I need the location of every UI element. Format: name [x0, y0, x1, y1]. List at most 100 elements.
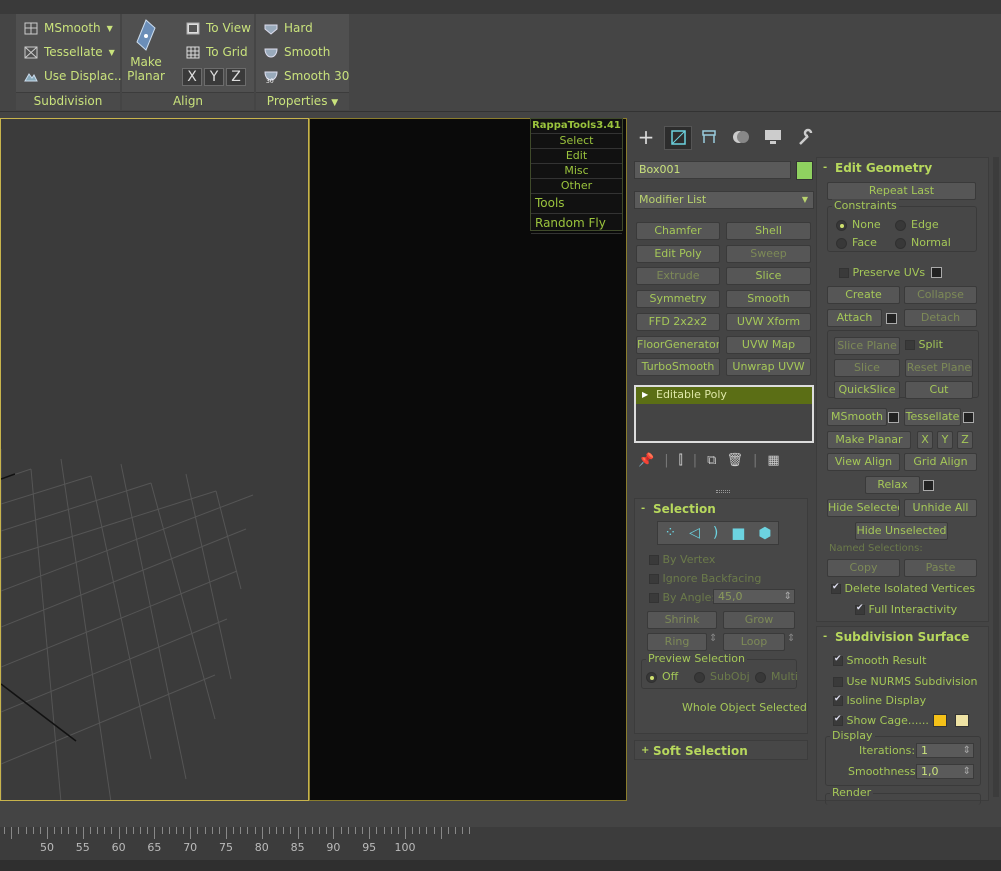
smooth-result-checkbox[interactable]: Smooth Result — [833, 654, 926, 667]
modifier-list-dropdown[interactable]: Modifier List ▼ — [634, 191, 814, 209]
planar-z-button[interactable]: Z — [957, 431, 973, 449]
polygon-mode-icon[interactable]: ■ — [731, 524, 745, 542]
uvw-xform-modifier-button[interactable]: UVW Xform — [726, 313, 811, 331]
unhide-all-button[interactable]: Unhide All — [904, 499, 977, 517]
object-name-field[interactable]: Box001 — [634, 161, 791, 179]
extrude-modifier-button[interactable]: Extrude — [636, 267, 720, 285]
cut-button[interactable]: Cut — [905, 381, 973, 399]
hide-unselected-button[interactable]: Hide Unselected — [855, 522, 948, 540]
rappa-random-fly-item[interactable]: Random Fly — [531, 214, 622, 234]
panel-resize-handle[interactable] — [716, 490, 730, 493]
tessellate-button[interactable]: Tessellate — [904, 408, 961, 426]
iterations-spinner[interactable]: 1 — [916, 743, 974, 758]
rappa-edit-item[interactable]: Edit — [531, 149, 622, 164]
cage-color-swatch-1[interactable] — [933, 714, 947, 727]
hide-selected-button[interactable]: Hide Selected — [827, 499, 900, 517]
by-angle-checkbox[interactable]: By Angle: — [649, 591, 715, 604]
uvw-map-modifier-button[interactable]: UVW Map — [726, 336, 811, 354]
loop-spinner-arrows[interactable]: ⇕ — [787, 633, 795, 644]
attach-button[interactable]: Attach — [827, 309, 882, 327]
by-vertex-checkbox[interactable]: By Vertex — [649, 553, 715, 566]
slice-plane-button[interactable]: Slice Plane — [834, 337, 900, 355]
constraint-edge-radio[interactable]: Edge — [895, 218, 939, 231]
msmooth-button[interactable]: MSmooth — [827, 408, 887, 426]
delete-isolated-checkbox[interactable]: Delete Isolated Vertices — [831, 582, 975, 595]
constraint-none-radio[interactable]: None — [836, 218, 881, 231]
split-checkbox[interactable]: Split — [905, 338, 943, 351]
modify-tab-icon[interactable] — [664, 126, 692, 150]
smooth-30-button[interactable]: 30 Smooth 30 — [264, 69, 349, 83]
relax-button[interactable]: Relax — [865, 476, 920, 494]
subdivision-surface-header[interactable]: - Subdivision Surface — [817, 627, 988, 647]
align-y-button[interactable]: Y — [204, 68, 224, 86]
copy-named-selection-button[interactable]: Copy — [827, 559, 900, 577]
motion-tab-icon[interactable] — [728, 126, 756, 150]
paste-named-selection-button[interactable]: Paste — [904, 559, 977, 577]
make-unique-icon[interactable]: ⧉ — [707, 453, 716, 471]
selection-rollout-header[interactable]: - Selection — [635, 499, 807, 519]
detach-button[interactable]: Detach — [904, 309, 977, 327]
planar-y-button[interactable]: Y — [937, 431, 953, 449]
tessellate-settings-icon[interactable] — [963, 410, 974, 423]
to-view-button[interactable]: To View — [186, 21, 251, 35]
rappa-other-item[interactable]: Other — [531, 179, 622, 194]
hard-button[interactable]: Hard — [264, 21, 313, 35]
msmooth-ribbon-button[interactable]: MSmooth ▼ — [24, 21, 113, 35]
show-cage-checkbox[interactable]: Show Cage...... — [833, 714, 929, 727]
ignore-backfacing-checkbox[interactable]: Ignore Backfacing — [649, 572, 761, 585]
collapse-button[interactable]: Collapse — [904, 286, 977, 304]
constraint-normal-radio[interactable]: Normal — [895, 236, 951, 249]
preview-multi-radio[interactable]: Multi — [755, 670, 798, 683]
show-end-result-icon[interactable]: ⫿ — [679, 453, 683, 471]
symmetry-modifier-button[interactable]: Symmetry — [636, 290, 720, 308]
border-mode-icon[interactable]: ) — [713, 525, 718, 541]
sweep-modifier-button[interactable]: Sweep — [726, 245, 811, 263]
msmooth-settings-icon[interactable] — [888, 410, 899, 423]
view-align-button[interactable]: View Align — [827, 453, 900, 471]
use-nurms-checkbox[interactable]: Use NURMS Subdivision — [833, 675, 977, 688]
timeline[interactable]: 50 55 60 65 70 75 80 85 90 95 100 — [0, 827, 1001, 871]
planar-x-button[interactable]: X — [917, 431, 933, 449]
ffd-modifier-button[interactable]: FFD 2x2x2 — [636, 313, 720, 331]
edit-poly-modifier-button[interactable]: Edit Poly — [636, 245, 720, 263]
ring-button[interactable]: Ring — [647, 633, 707, 651]
slice-button[interactable]: Slice — [834, 359, 900, 377]
rappa-tools-item[interactable]: Tools — [531, 194, 622, 214]
to-grid-button[interactable]: To Grid — [186, 45, 248, 59]
quickslice-button[interactable]: QuickSlice — [834, 381, 900, 399]
vertex-mode-icon[interactable]: ⁘ — [664, 525, 676, 541]
properties-group-label[interactable]: Properties ▼ — [256, 92, 349, 110]
grid-align-button[interactable]: Grid Align — [904, 453, 977, 471]
angle-spinner[interactable]: 45,0 — [713, 589, 795, 604]
element-mode-icon[interactable]: ⬢ — [758, 524, 771, 542]
slice-modifier-button[interactable]: Slice — [726, 267, 811, 285]
preview-subobj-radio[interactable]: SubObj — [694, 670, 750, 683]
turbosmooth-modifier-button[interactable]: TurboSmooth — [636, 358, 720, 376]
perspective-viewport[interactable] — [0, 118, 309, 801]
configure-modifier-sets-icon[interactable]: ▦ — [767, 453, 779, 471]
make-planar-button[interactable]: Make Planar — [827, 431, 911, 449]
make-planar-ribbon-button[interactable]: Make Planar — [126, 18, 166, 90]
soft-selection-header[interactable]: + Soft Selection — [635, 741, 807, 761]
pin-stack-icon[interactable]: 📌 — [638, 453, 654, 471]
isoline-display-checkbox[interactable]: Isoline Display — [833, 694, 926, 707]
hierarchy-tab-icon[interactable] — [696, 126, 724, 150]
align-z-button[interactable]: Z — [226, 68, 246, 86]
full-interactivity-checkbox[interactable]: Full Interactivity — [855, 603, 957, 616]
rappa-misc-item[interactable]: Misc — [531, 164, 622, 179]
display-tab-icon[interactable] — [760, 126, 788, 150]
smooth-modifier-button[interactable]: Smooth — [726, 290, 811, 308]
loop-button[interactable]: Loop — [723, 633, 785, 651]
preview-off-radio[interactable]: Off — [646, 670, 678, 683]
use-displacement-ribbon-button[interactable]: Use Displac... — [24, 69, 125, 83]
smoothness-spinner[interactable]: 1,0 — [916, 764, 974, 779]
ring-spinner-arrows[interactable]: ⇕ — [709, 633, 717, 644]
command-panel-scrollbar[interactable] — [993, 157, 999, 797]
remove-modifier-icon[interactable]: 🗑 — [726, 453, 743, 471]
cage-color-swatch-2[interactable] — [955, 714, 969, 727]
edge-mode-icon[interactable]: ◁ — [689, 525, 700, 541]
constraint-face-radio[interactable]: Face — [836, 236, 877, 249]
chamfer-modifier-button[interactable]: Chamfer — [636, 222, 720, 240]
grow-button[interactable]: Grow — [723, 611, 795, 629]
repeat-last-button[interactable]: Repeat Last — [827, 182, 976, 200]
